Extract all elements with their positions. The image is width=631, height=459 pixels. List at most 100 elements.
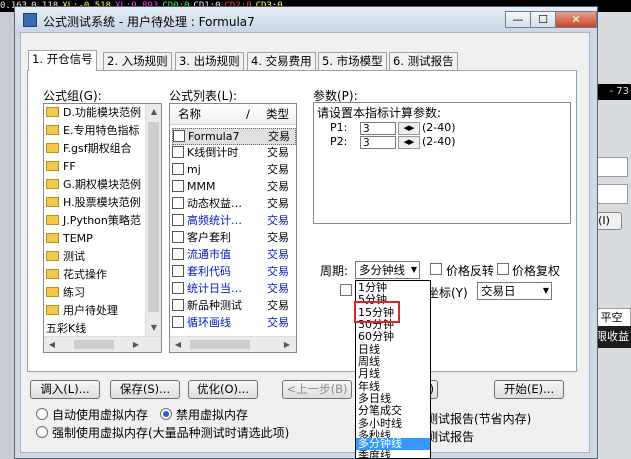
- formula-icon: [172, 163, 184, 175]
- price-restore-checkbox[interactable]: [497, 263, 509, 275]
- folder-icon: [46, 269, 59, 279]
- table-row[interactable]: 统计日当… 交易: [172, 281, 296, 298]
- folder-icon: [46, 125, 59, 135]
- table-row[interactable]: MMM 交易: [172, 179, 296, 196]
- group-list[interactable]: D.功能模块范例 E.专用特色指标 F.gsf期权组合 FF G.期权模块范例 …: [43, 103, 162, 353]
- formula-list[interactable]: 名称 / 类型 Formula7 交易 K线倒计时 交易 mj 交易 MMM 交易 动态…: [169, 103, 297, 353]
- tab-trading-fees[interactable]: 4. 交易费用: [247, 52, 316, 70]
- param-p1-range: (2-40): [422, 121, 456, 134]
- list-item[interactable]: 花式操作: [46, 266, 107, 284]
- minimize-button[interactable]: —: [505, 11, 531, 28]
- table-row[interactable]: 客户套利 交易: [172, 230, 296, 247]
- param-p2-input[interactable]: 3: [360, 136, 396, 149]
- start-button[interactable]: 开始(E)...: [494, 380, 564, 399]
- scroll-down-icon[interactable]: ▼: [146, 320, 161, 336]
- table-row[interactable]: Formula7 交易: [172, 128, 296, 145]
- table-row[interactable]: 套利代码 交易: [172, 264, 296, 281]
- formula-icon: [172, 180, 184, 192]
- hscroll-thumb[interactable]: [190, 340, 250, 349]
- scroll-thumb[interactable]: [148, 122, 159, 312]
- col-type[interactable]: 类型: [266, 104, 289, 124]
- window-title: 公式测试系统 - 用户待处理 : Formula7: [43, 15, 255, 29]
- scroll-left-icon[interactable]: ◀: [170, 337, 186, 352]
- scroll-left-icon[interactable]: ◀: [44, 337, 60, 352]
- list-item[interactable]: H.股票模块范例: [46, 194, 141, 212]
- disable-vmem-radio[interactable]: [160, 408, 172, 420]
- scroll-right-icon[interactable]: ▶: [128, 337, 144, 352]
- folder-icon: [46, 215, 59, 225]
- maximize-button[interactable]: ☐: [530, 11, 556, 28]
- table-row[interactable]: K线倒计时 交易: [172, 145, 296, 162]
- table-row[interactable]: 循环画线 交易: [172, 315, 296, 332]
- tab-open-signal[interactable]: 1. 开仓信号: [28, 50, 97, 71]
- report-label: 测试报告: [426, 430, 475, 444]
- table-row[interactable]: 流通市值 交易: [172, 247, 296, 264]
- list-item[interactable]: 练习: [46, 284, 85, 302]
- close-button[interactable]: ✕: [555, 11, 597, 28]
- disable-vmem-label: 禁用虚拟内存: [176, 408, 249, 422]
- list-item[interactable]: FF: [46, 158, 76, 176]
- formula-list-header: 名称 / 类型: [170, 104, 296, 125]
- tab-entry-rules[interactable]: 2. 入场规则: [103, 52, 172, 70]
- scroll-right-icon[interactable]: ▶: [279, 337, 295, 352]
- formula-icon: [172, 248, 184, 260]
- list-item[interactable]: E.专用特色指标: [46, 122, 139, 140]
- folder-icon: [46, 107, 59, 117]
- tab-market-model[interactable]: 5. 市场模型: [318, 52, 387, 70]
- formula-icon: [172, 265, 184, 277]
- param-p2-range: (2-40): [422, 135, 456, 148]
- folder-icon: [46, 179, 59, 189]
- chevron-down-icon: ▼: [410, 265, 417, 274]
- list-item[interactable]: J.Python策略范: [46, 212, 141, 230]
- table-row[interactable]: 新品种测试 交易: [172, 298, 296, 315]
- table-row[interactable]: 高频统计… 交易: [172, 213, 296, 230]
- save-button[interactable]: 保存(S)...: [110, 380, 180, 399]
- table-row[interactable]: 动态权益… 交易: [172, 196, 296, 213]
- col-sort-icon[interactable]: /: [246, 104, 250, 124]
- list-item[interactable]: D.功能模块范例: [46, 104, 141, 122]
- tab-exit-rules[interactable]: 3. 出场规则: [175, 52, 244, 70]
- chevron-down-icon: ▼: [542, 286, 549, 295]
- list-item[interactable]: TEMP: [46, 230, 93, 248]
- col-name[interactable]: 名称: [178, 104, 201, 124]
- params-box: 请设置本指标计算参数: P1: 3 ◀▶ (2-40) P2: 3 ◀▶ (2-…: [313, 102, 571, 224]
- param-p1-input[interactable]: 3: [360, 122, 396, 135]
- force-vmem-radio[interactable]: [36, 426, 48, 438]
- price-reverse-checkbox[interactable]: [430, 263, 442, 275]
- period-option[interactable]: 季度线: [356, 449, 430, 458]
- list-item[interactable]: 测试: [46, 248, 85, 266]
- formula-icon: [172, 282, 184, 294]
- optimize-button[interactable]: 优化(O)...: [188, 380, 258, 399]
- folder-icon: [46, 161, 59, 171]
- period-select[interactable]: 多分钟线 ▼: [355, 261, 420, 279]
- list-item[interactable]: G.期权模块范例: [46, 176, 141, 194]
- title-bar[interactable]: 公式测试系统 - 用户待处理 : Formula7 — ☐ ✕: [15, 7, 597, 33]
- group-list-hscrollbar[interactable]: ◀ ▶: [44, 336, 161, 352]
- formula-icon: [172, 214, 184, 226]
- formula-icon: [172, 299, 184, 311]
- group-list-vscrollbar[interactable]: ▲ ▼: [145, 104, 161, 336]
- period-option[interactable]: 分笔成交: [356, 404, 430, 417]
- folder-icon: [46, 197, 59, 207]
- folder-icon: [46, 233, 59, 243]
- param-p1-stepper[interactable]: ◀▶: [398, 122, 420, 135]
- prev-step-button[interactable]: <上一步(B): [282, 380, 352, 399]
- list-item[interactable]: 用户待处理: [46, 302, 118, 320]
- list-item[interactable]: F.gsf期权组合: [46, 140, 132, 158]
- folder-icon: [46, 143, 59, 153]
- extra-checkbox[interactable]: [340, 284, 352, 296]
- period-option[interactable]: 月线: [356, 367, 430, 380]
- import-button[interactable]: 调入(L)...: [30, 380, 100, 399]
- param-p2-stepper[interactable]: ◀▶: [398, 136, 420, 149]
- tab-test-report[interactable]: 6. 测试报告: [389, 52, 458, 70]
- scroll-up-icon[interactable]: ▲: [146, 104, 161, 120]
- group-label: 公式组(G):: [43, 89, 102, 103]
- auto-vmem-radio[interactable]: [36, 408, 48, 420]
- formula-list-hscrollbar[interactable]: ◀ ▶: [170, 336, 296, 352]
- hscroll-thumb[interactable]: [74, 340, 114, 349]
- price-restore-label: 价格复权: [512, 264, 561, 278]
- axis-select[interactable]: 交易日 ▼: [477, 282, 552, 300]
- table-row[interactable]: mj 交易: [172, 162, 296, 179]
- period-option[interactable]: 60分钟: [356, 330, 430, 343]
- highlight-box: [354, 301, 400, 323]
